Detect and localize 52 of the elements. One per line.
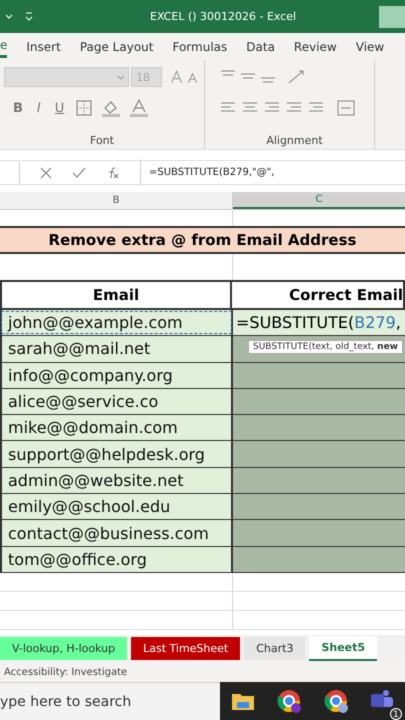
status-text: Accessibility: Investigate: [4, 666, 128, 678]
table-cell[interactable]: support@@helpdesk.org: [0, 441, 233, 467]
sheet-title: Remove extra @ from Email Address: [48, 231, 356, 249]
style-button[interactable]: B: [10, 100, 26, 116]
sheet-tab[interactable]: V-lookup, H-lookup: [0, 637, 128, 660]
customize-icon[interactable]: [4, 10, 34, 22]
cancel-icon[interactable]: [40, 166, 52, 178]
ribbon-tab[interactable]: Insert: [26, 36, 61, 56]
browser-icon[interactable]: [277, 689, 302, 713]
function-tooltip: SUBSTITUTE(text, old_text, new: [248, 340, 403, 354]
font-color-icon[interactable]: [129, 99, 150, 117]
ribbon-tab[interactable]: Page Layout: [80, 36, 154, 56]
dropdown-icon[interactable]: [117, 75, 126, 81]
ribbon-tab[interactable]: Data: [246, 36, 275, 56]
ribbon-tab[interactable]: Review: [294, 36, 337, 56]
notification-badge: 1: [390, 708, 402, 720]
table-cell[interactable]: tom@@office.org: [0, 546, 233, 572]
group-label: Alignment: [266, 134, 323, 147]
sheet-tab[interactable]: Sheet5: [309, 636, 378, 661]
style-button[interactable]: U: [52, 100, 68, 116]
table-cell[interactable]: emily@@school.edu: [0, 494, 233, 520]
ribbon-tab[interactable]: Formulas: [172, 36, 228, 56]
fill-color-icon[interactable]: [101, 99, 122, 117]
column-header[interactable]: C: [233, 192, 405, 209]
table-cell[interactable]: john@@example.com: [0, 310, 233, 336]
formula-cell[interactable]: =SUBSTITUTE(B279,: [233, 310, 405, 336]
search-field[interactable]: ype here to search: [0, 682, 220, 720]
table-header: Correct Email: [232, 282, 405, 308]
browser-icon[interactable]: [324, 689, 348, 713]
function-icon[interactable]: [106, 166, 120, 178]
borders-icon[interactable]: [75, 99, 94, 117]
group-label: Font: [90, 134, 114, 147]
table-cell[interactable]: sarah@@mail.net: [0, 336, 233, 362]
style-button[interactable]: I: [34, 100, 44, 116]
sheet-tab[interactable]: Last TimeSheet: [131, 637, 240, 660]
font-name-field[interactable]: [4, 67, 130, 87]
ribbon-tab[interactable]: View: [356, 36, 384, 56]
table-cell[interactable]: admin@@website.net: [0, 468, 233, 494]
formula-field[interactable]: =SUBSTITUTE(B279,"@",: [140, 160, 405, 185]
merge-icon[interactable]: [337, 100, 355, 116]
table-header: Email: [0, 282, 232, 308]
grow-font-icon[interactable]: [170, 68, 200, 86]
sheet-tab[interactable]: Chart3: [244, 637, 306, 660]
table-cell[interactable]: info@@company.org: [0, 362, 233, 388]
search-box[interactable]: [379, 6, 405, 28]
table-cell[interactable]: contact@@business.com: [0, 520, 233, 546]
folder-icon[interactable]: [231, 691, 256, 711]
table-cell[interactable]: alice@@service.co: [0, 388, 233, 414]
teams-icon[interactable]: [370, 688, 394, 710]
enter-icon[interactable]: [72, 166, 86, 178]
window-title: EXCEL () 30012026 - Excel: [150, 10, 296, 23]
table-cell[interactable]: mike@@domain.com: [0, 415, 233, 440]
